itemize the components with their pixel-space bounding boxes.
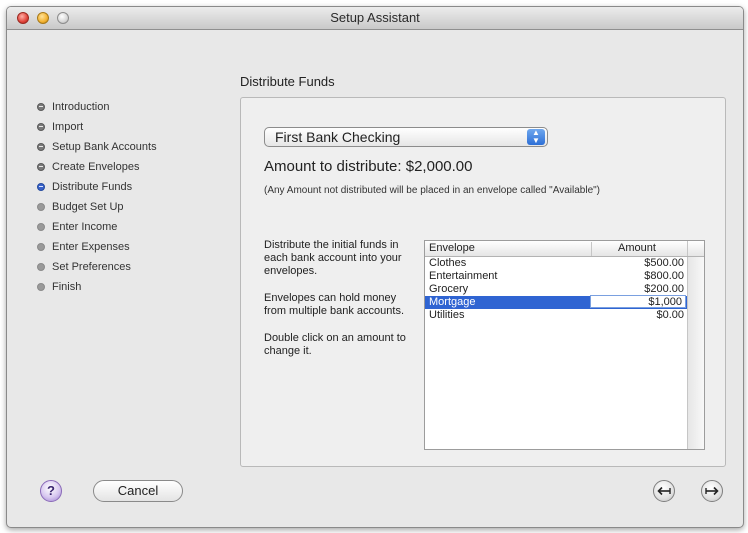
table-row[interactable]: Clothes $500.00 [425, 257, 688, 270]
header-corner [687, 241, 704, 256]
step-setup-bank-accounts: Setup Bank Accounts [37, 137, 157, 157]
table-body: Clothes $500.00 Entertainment $800.00 Gr… [425, 257, 688, 322]
step-label: Enter Income [52, 221, 118, 233]
instructions: Distribute the initial funds in each ban… [264, 239, 414, 372]
step-introduction: Introduction [37, 97, 157, 117]
step-budget-set-up: Budget Set Up [37, 197, 157, 217]
popup-arrows-icon: ▲ ▼ [527, 129, 545, 145]
amount-cell[interactable]: $0.00 [656, 309, 684, 321]
pending-step-bullet-icon [37, 283, 45, 291]
steps-list: Introduction Import Setup Bank Accounts … [37, 97, 157, 297]
step-label: Budget Set Up [52, 201, 124, 213]
available-note: (Any Amount not distributed will be plac… [264, 185, 601, 196]
instruction-paragraph: Envelopes can hold money from multiple b… [264, 292, 405, 317]
pending-step-bullet-icon [37, 243, 45, 251]
completed-step-bullet-icon [37, 163, 45, 171]
step-label: Setup Bank Accounts [52, 141, 157, 153]
table-header: Envelope Amount [425, 241, 704, 257]
amount-edit-field[interactable]: $1,000 [590, 295, 686, 308]
envelope-table: Envelope Amount Clothes $500.00 Entertai… [424, 240, 705, 450]
content-panel: First Bank Checking ▲ ▼ Amount to distrib… [240, 97, 726, 467]
section-title: Distribute Funds [240, 74, 335, 89]
completed-step-bullet-icon [37, 123, 45, 131]
title-bar[interactable]: Setup Assistant [7, 7, 743, 30]
amount-label: Amount to distribute: [264, 158, 402, 175]
table-row-selected[interactable]: Mortgage $1,000 [425, 295, 688, 309]
amount-cell[interactable]: $800.00 [644, 270, 684, 282]
step-label: Introduction [52, 101, 110, 113]
step-label: Distribute Funds [52, 181, 133, 193]
instruction-paragraph: Double click on an amount to change it. [264, 332, 406, 357]
pending-step-bullet-icon [37, 223, 45, 231]
column-header-envelope[interactable]: Envelope [429, 242, 475, 254]
step-enter-income: Enter Income [37, 217, 157, 237]
step-label: Finish [52, 281, 82, 293]
envelope-cell: Grocery [429, 283, 469, 295]
envelope-cell: Mortgage [429, 296, 476, 308]
pending-step-bullet-icon [37, 203, 45, 211]
window-title: Setup Assistant [330, 10, 420, 25]
account-popup[interactable]: First Bank Checking ▲ ▼ [264, 127, 548, 147]
current-step-bullet-icon [37, 183, 45, 191]
step-label: Enter Expenses [52, 241, 130, 253]
completed-step-bullet-icon [37, 143, 45, 151]
step-create-envelopes: Create Envelopes [37, 157, 157, 177]
step-distribute-funds: Distribute Funds [37, 177, 157, 197]
step-set-preferences: Set Preferences [37, 257, 157, 277]
step-import: Import [37, 117, 157, 137]
setup-assistant-window: Setup Assistant Distribute Funds Introdu… [6, 6, 744, 528]
table-row[interactable]: Utilities $0.00 [425, 309, 688, 322]
back-button[interactable] [653, 480, 675, 502]
instruction-paragraph: Distribute the initial funds in each ban… [264, 239, 402, 277]
step-label: Set Preferences [52, 261, 131, 273]
column-header-amount[interactable]: Amount [591, 242, 682, 256]
amount-cell[interactable]: $500.00 [644, 257, 684, 269]
account-popup-value: First Bank Checking [275, 129, 401, 145]
forward-arrow-icon [705, 486, 719, 496]
step-label: Import [52, 121, 84, 133]
completed-step-bullet-icon [37, 103, 45, 111]
table-row[interactable]: Entertainment $800.00 [425, 270, 688, 283]
step-finish: Finish [37, 277, 157, 297]
step-label: Create Envelopes [52, 161, 140, 173]
back-arrow-icon [657, 486, 671, 496]
amount-value: $2,000.00 [405, 158, 473, 175]
forward-button[interactable] [701, 480, 723, 502]
step-enter-expenses: Enter Expenses [37, 237, 157, 257]
amount-cell[interactable]: $200.00 [644, 283, 684, 295]
envelope-cell: Entertainment [429, 270, 498, 282]
pending-step-bullet-icon [37, 263, 45, 271]
amount-to-distribute: Amount to distribute: $2,000.00 [264, 158, 472, 175]
cancel-button[interactable]: Cancel [93, 480, 183, 502]
vertical-scrollbar[interactable] [687, 257, 704, 449]
help-button[interactable]: ? [40, 480, 62, 502]
envelope-cell: Utilities [429, 309, 465, 321]
envelope-cell: Clothes [429, 257, 467, 269]
